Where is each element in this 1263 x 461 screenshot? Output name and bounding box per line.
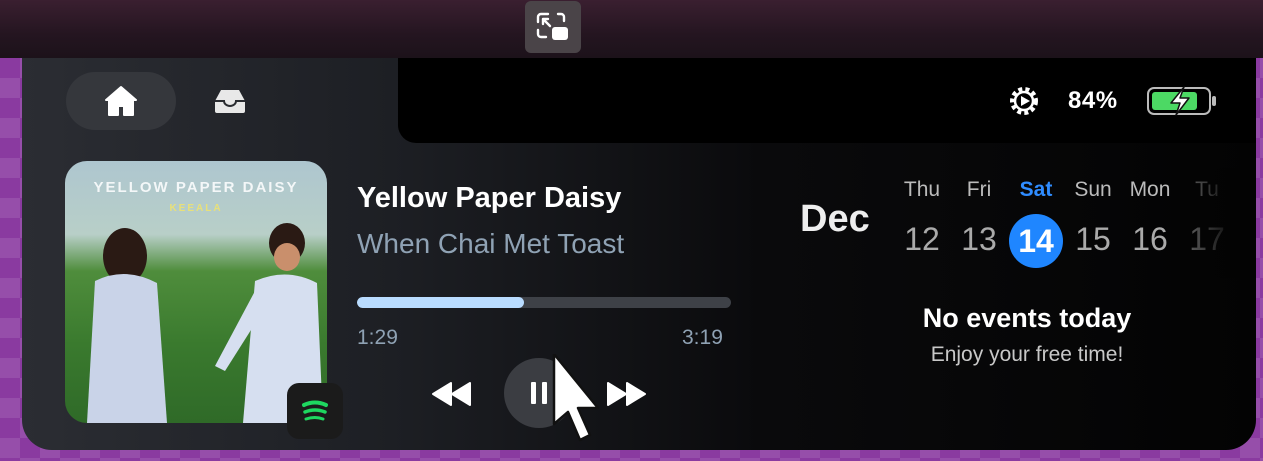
- restore-window-icon: [536, 12, 568, 40]
- tray-icon: [215, 90, 245, 113]
- elapsed-time: 1:29: [357, 326, 398, 349]
- calendar-day[interactable]: Mon 16: [1120, 176, 1180, 264]
- weekday-label: Fri: [966, 178, 992, 201]
- battery-charging-icon: [1147, 86, 1216, 116]
- album-art-figures: [87, 223, 323, 423]
- calendar-day[interactable]: Fri 13: [949, 176, 1009, 264]
- weekday-label: Sat: [1019, 178, 1053, 201]
- total-time: 3:19: [682, 326, 723, 349]
- calendar-day[interactable]: Thu 12: [892, 176, 952, 264]
- top-bar: [0, 0, 1263, 58]
- next-track-button[interactable]: [598, 372, 654, 416]
- fast-forward-icon: [607, 382, 646, 406]
- date-number: 15: [1075, 221, 1111, 257]
- weekday-label: Mon: [1129, 178, 1171, 201]
- date-number: 13: [961, 221, 997, 257]
- calendar-fade-overlay: [1192, 168, 1256, 278]
- spotify-source-button[interactable]: [287, 383, 343, 439]
- playback-progress-bar[interactable]: [357, 297, 731, 308]
- tab-shelf[interactable]: [202, 78, 258, 124]
- album-art[interactable]: YELLOW PAPER DAISY KEEALA: [65, 161, 327, 423]
- progress-fill: [357, 297, 525, 308]
- restore-window-button[interactable]: [525, 1, 581, 53]
- rewind-icon: [432, 382, 471, 406]
- track-title: Yellow Paper Daisy: [357, 182, 622, 214]
- previous-track-button[interactable]: [424, 372, 480, 416]
- weekday-label: Sun: [1074, 178, 1112, 201]
- no-events-subtitle: Enjoy your free time!: [930, 343, 1124, 366]
- battery-indicator: [1146, 80, 1222, 122]
- calendar-month: Dec: [800, 198, 870, 240]
- date-number: 12: [904, 221, 940, 257]
- calendar-day-selected[interactable]: Sat 14: [1006, 176, 1066, 268]
- camera-notch: [398, 58, 1256, 143]
- mouse-cursor-icon: [552, 354, 600, 442]
- gear-icon: [1010, 87, 1038, 115]
- notch-widget-panel: 84% YELLOW PAPER DAISY KEEALA Yellow Pap…: [22, 58, 1256, 450]
- house-icon: [105, 86, 137, 116]
- date-number: 14: [1009, 214, 1063, 268]
- no-events-title: No events today: [922, 303, 1132, 333]
- date-number: 16: [1132, 221, 1168, 257]
- battery-percentage: 84%: [1068, 87, 1118, 114]
- settings-button[interactable]: [1004, 80, 1044, 122]
- track-artist: When Chai Met Toast: [357, 228, 625, 259]
- tab-home[interactable]: [66, 72, 176, 130]
- calendar-day[interactable]: Sun 15: [1063, 176, 1123, 264]
- weekday-label: Thu: [903, 178, 941, 201]
- spotify-icon: [302, 400, 328, 421]
